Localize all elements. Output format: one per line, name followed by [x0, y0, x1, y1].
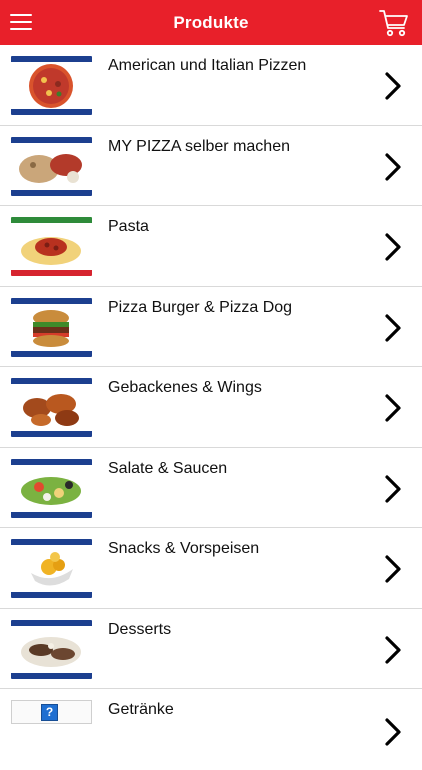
category-thumbnail: [11, 378, 92, 437]
category-thumbnail: [11, 539, 92, 598]
shopping-cart-icon[interactable]: [378, 7, 410, 39]
question-mark-icon: ?: [41, 704, 58, 721]
list-item[interactable]: Desserts: [0, 608, 422, 689]
list-item[interactable]: Gebackenes & Wings: [0, 367, 422, 448]
chevron-right-icon: [384, 717, 402, 747]
category-label: Gebackenes & Wings: [108, 379, 262, 396]
category-thumbnail: [11, 297, 92, 357]
category-thumbnail: [11, 458, 92, 518]
chevron-right-icon: [384, 393, 402, 423]
chevron-right-icon: [384, 152, 402, 182]
chevron-right-icon: [384, 232, 402, 262]
category-label: American und Italian Pizzen: [108, 57, 307, 74]
product-category-list: American und Italian Pizzen MY PIZZA sel…: [0, 45, 422, 770]
list-item[interactable]: Pizza Burger & Pizza Dog: [0, 286, 422, 367]
menu-line: [10, 21, 32, 23]
menu-line: [10, 14, 32, 16]
category-label: Salate & Saucen: [108, 459, 228, 477]
category-label: Desserts: [108, 620, 172, 638]
chevron-right-icon: [384, 474, 402, 504]
category-label: MY PIZZA selber machen: [108, 137, 290, 155]
broken-image-placeholder: ?: [11, 700, 92, 724]
category-label: Snacks & Vorspeisen: [108, 540, 260, 557]
menu-line: [10, 28, 32, 30]
list-item[interactable]: ? Getränke: [0, 689, 422, 770]
category-thumbnail: [11, 619, 92, 679]
list-item[interactable]: MY PIZZA selber machen: [0, 125, 422, 206]
category-thumbnail: [11, 217, 92, 276]
chevron-right-icon: [384, 313, 402, 343]
list-item[interactable]: Pasta: [0, 206, 422, 287]
category-label: Pasta: [108, 218, 149, 235]
chevron-right-icon: [384, 71, 402, 101]
page-title: Produkte: [173, 12, 249, 32]
hamburger-menu-icon[interactable]: [10, 11, 32, 33]
category-label: Pizza Burger & Pizza Dog: [108, 298, 293, 316]
chevron-right-icon: [384, 635, 402, 665]
category-label: Getränke: [108, 701, 174, 718]
list-item[interactable]: American und Italian Pizzen: [0, 45, 422, 126]
nav-bar: Produkte: [0, 0, 422, 45]
chevron-right-icon: [384, 554, 402, 584]
list-item[interactable]: Snacks & Vorspeisen: [0, 528, 422, 609]
category-thumbnail: [11, 136, 92, 196]
category-thumbnail: [11, 56, 92, 115]
list-item[interactable]: Salate & Saucen: [0, 447, 422, 528]
